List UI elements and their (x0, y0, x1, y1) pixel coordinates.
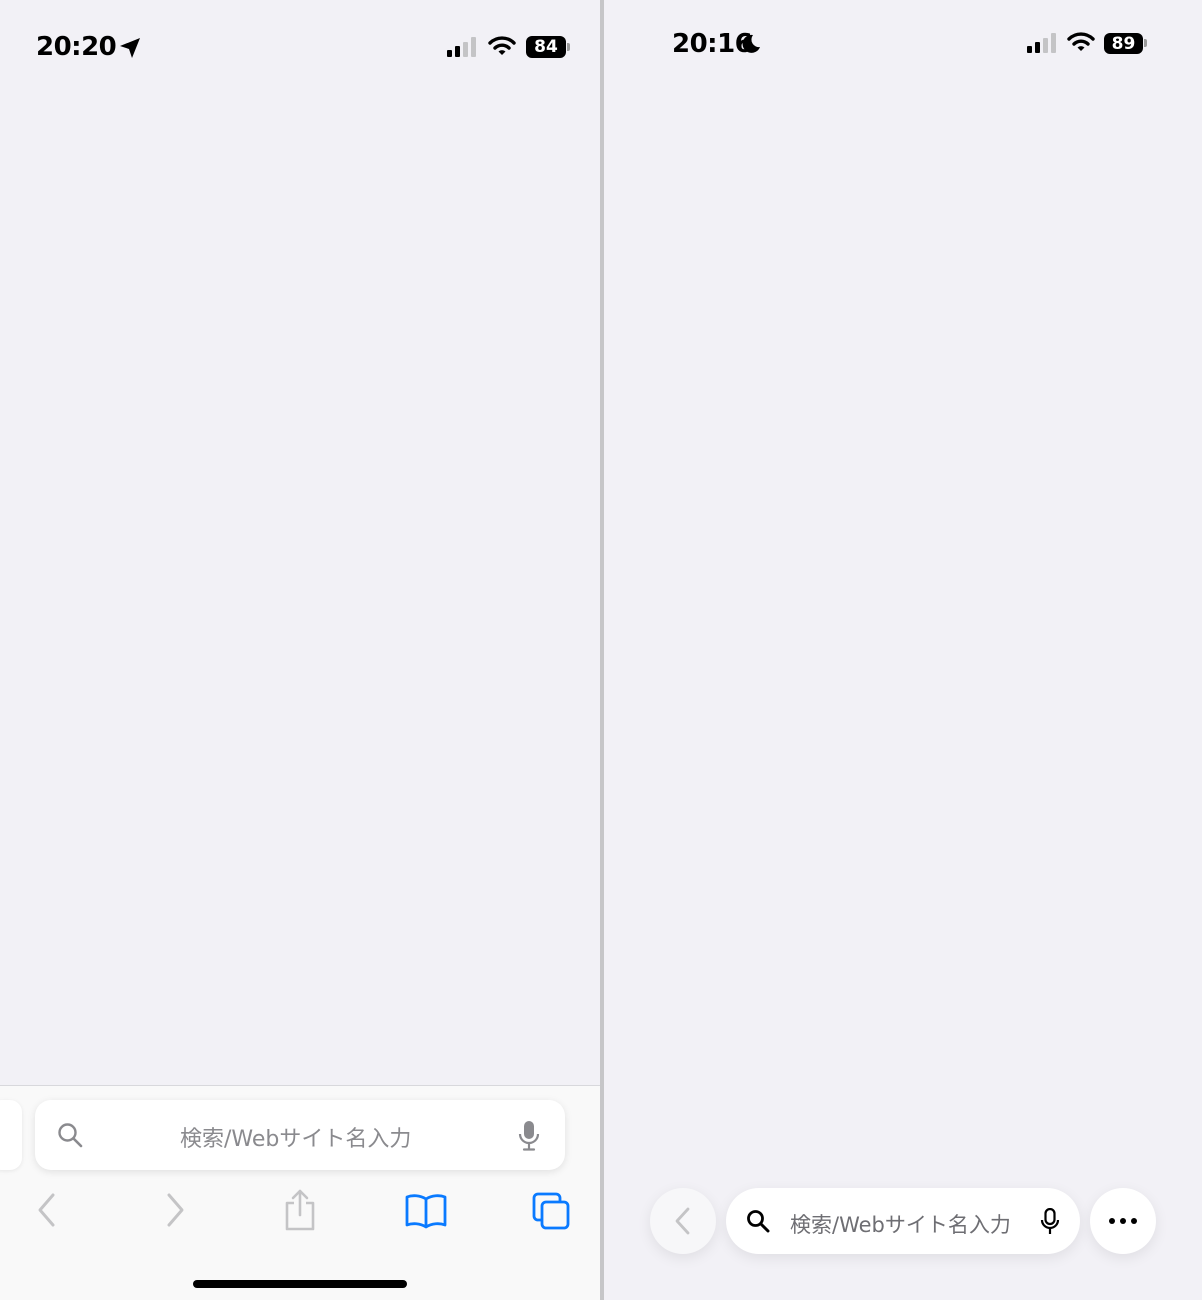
search-placeholder: 検索/Webサイト名入力 (790, 1213, 1011, 1237)
forward-icon[interactable] (163, 1192, 187, 1228)
safari-bottom-toolbar: 検索/Webサイト名入力 (0, 1085, 600, 1300)
back-icon[interactable] (35, 1192, 59, 1228)
microphone-icon[interactable] (518, 1120, 540, 1152)
home-indicator (193, 1280, 407, 1288)
wifi-icon (1067, 32, 1095, 51)
back-button[interactable] (650, 1188, 716, 1254)
bookmarks-icon[interactable] (404, 1193, 448, 1229)
share-icon[interactable] (283, 1188, 317, 1232)
more-icon (1109, 1218, 1137, 1224)
status-time: 20:20 (36, 32, 117, 62)
battery-cap (1144, 39, 1147, 47)
search-icon (58, 1123, 83, 1148)
more-button[interactable] (1090, 1188, 1156, 1254)
address-search-bar[interactable]: 検索/Webサイト名入力 (726, 1188, 1080, 1254)
back-icon (675, 1207, 690, 1235)
moon-icon (742, 34, 760, 53)
left-screen: 20:20 84 検索/Webサイト名入力 (0, 0, 600, 1300)
battery-indicator: 84 (526, 36, 566, 58)
cellular-signal-icon (447, 37, 476, 57)
search-placeholder: 検索/Webサイト名入力 (180, 1127, 412, 1152)
location-arrow-icon (120, 38, 140, 58)
microphone-icon[interactable] (1040, 1208, 1060, 1236)
wifi-icon (488, 36, 516, 55)
tabs-icon[interactable] (531, 1191, 571, 1231)
search-icon (747, 1210, 770, 1233)
cellular-signal-icon (1027, 33, 1056, 53)
address-search-bar[interactable]: 検索/Webサイト名入力 (35, 1100, 565, 1170)
battery-cap (567, 43, 570, 51)
previous-tab-preview[interactable] (0, 1100, 22, 1170)
battery-indicator: 89 (1104, 33, 1143, 54)
right-screen: 20:16 89 検索/Webサイト名入力 (604, 0, 1202, 1300)
